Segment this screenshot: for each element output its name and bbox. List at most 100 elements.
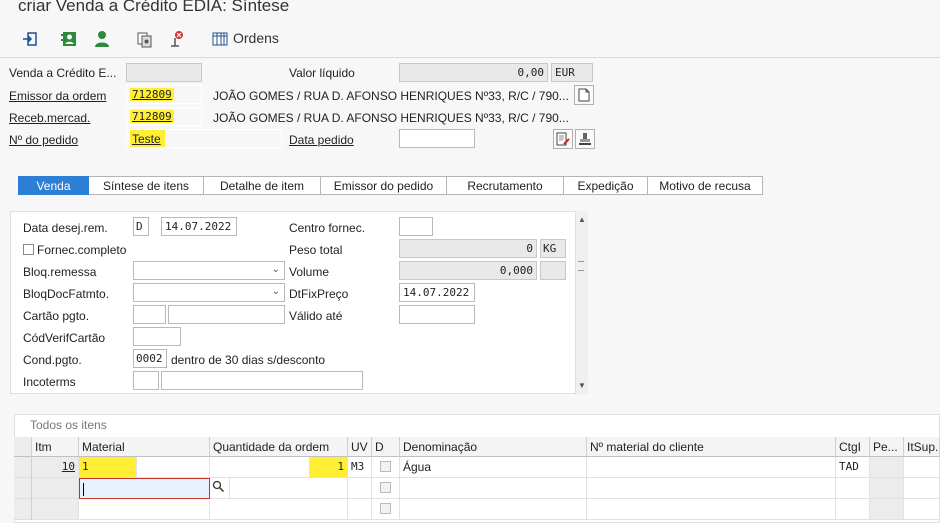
table-cell-uv[interactable]: M3 (348, 457, 372, 478)
table-icon[interactable] (210, 29, 230, 49)
table-cell-itsup[interactable] (904, 499, 940, 520)
items-section-title: Todos os itens (30, 418, 107, 432)
table-cell-quantidade-pad[interactable] (210, 457, 310, 478)
incoterms-field[interactable] (133, 371, 159, 390)
receb-label[interactable]: Receb.mercad. (9, 111, 90, 125)
pedido-label[interactable]: Nº do pedido (9, 133, 78, 147)
material-input[interactable] (79, 478, 210, 499)
table-cell-ctgi[interactable]: TAD (836, 457, 870, 478)
centro-field[interactable] (399, 217, 433, 236)
table-cell-material[interactable] (79, 499, 210, 520)
pedido-value: Teste (130, 130, 165, 147)
table-cell-quantidade[interactable] (230, 478, 348, 499)
column-header[interactable]: Pe... (870, 437, 904, 457)
table-cell-pe (870, 457, 904, 478)
tab-detalhe-item[interactable]: Detalhe de item (204, 176, 321, 195)
table-cell-denominacao[interactable]: Água (400, 457, 587, 478)
search-icon[interactable] (210, 478, 230, 499)
data-desej-type-field[interactable]: D (133, 217, 149, 236)
incoterms-desc-field[interactable] (161, 371, 363, 390)
document-icon[interactable] (574, 85, 594, 105)
table-cell-material-cliente[interactable] (587, 499, 836, 520)
column-header[interactable]: Quantidade da ordem (210, 437, 348, 457)
pedido-field[interactable]: Teste (126, 129, 282, 148)
table-cell-material-cliente[interactable] (587, 457, 836, 478)
table-cell-denominacao[interactable] (400, 478, 587, 499)
cond-field[interactable]: 0002 (133, 349, 167, 368)
d-checkbox[interactable] (380, 503, 391, 514)
bloq-remessa-dropdown[interactable]: ⌄ (133, 261, 285, 280)
copy-icon[interactable] (135, 29, 155, 49)
column-header[interactable]: Denominação (400, 437, 587, 457)
column-header[interactable]: UV (348, 437, 372, 457)
scroll-thumb[interactable] (578, 261, 584, 271)
table-cell-itsup[interactable] (904, 478, 940, 499)
table-cell-uv[interactable] (348, 499, 372, 520)
stamp-icon[interactable] (575, 129, 595, 149)
dtfix-field[interactable]: 14.07.2022 (399, 283, 475, 302)
table-cell-itsup[interactable] (904, 457, 940, 478)
table-cell-material-cliente[interactable] (587, 478, 836, 499)
receb-value: 712809 (130, 110, 174, 123)
ordens-label[interactable]: Ordens (233, 30, 279, 46)
bloq-doc-dropdown[interactable]: ⌄ (133, 283, 285, 302)
receb-field[interactable]: 712809 (126, 107, 202, 126)
cartao-type-field[interactable] (133, 305, 166, 324)
column-header[interactable]: ItSup. (904, 437, 940, 457)
valido-label: Válido até (289, 309, 343, 323)
table-cell-ctgi[interactable] (836, 478, 870, 499)
table-cell-pe (870, 478, 904, 499)
tab-sintese-itens[interactable]: Síntese de itens (89, 176, 204, 195)
column-header[interactable]: CtgI (836, 437, 870, 457)
codverif-field[interactable] (133, 327, 181, 346)
d-checkbox[interactable] (380, 461, 391, 472)
scroll-down-icon[interactable]: ▼ (578, 381, 586, 390)
tab-motivo-recusa[interactable]: Motivo de recusa (648, 176, 763, 195)
bloq-remessa-label: Bloq.remessa (23, 265, 97, 279)
tab-venda[interactable]: Venda (18, 176, 89, 195)
peso-label: Peso total (289, 243, 343, 257)
emissor-field[interactable]: 712809 (126, 85, 202, 104)
table-cell-material-rest[interactable] (137, 457, 210, 478)
fornec-completo-checkbox[interactable] (23, 244, 34, 255)
peso-field: 0 (399, 239, 537, 258)
person-icon[interactable] (92, 29, 112, 49)
column-header[interactable]: Nº material do cliente (587, 437, 836, 457)
table-cell-denominacao[interactable] (400, 499, 587, 520)
cartao-field[interactable] (168, 305, 285, 324)
tab-expedicao[interactable]: Expedição (564, 176, 648, 195)
edit-document-icon[interactable] (553, 129, 573, 149)
row-selector[interactable] (14, 457, 32, 478)
emissor-label[interactable]: Emissor da ordem (9, 89, 106, 103)
table-cell-ctgi[interactable] (836, 499, 870, 520)
row-selector[interactable] (14, 478, 32, 499)
column-header[interactable]: Material (79, 437, 210, 457)
peso-unit-field: KG (540, 239, 566, 258)
table-cell-material[interactable]: 1 (79, 457, 137, 478)
data-pedido-field[interactable] (399, 129, 475, 148)
fornec-completo-label: Fornec.completo (37, 243, 127, 257)
table-cell-quantidade[interactable]: 1 (310, 457, 348, 478)
table-cell-uv[interactable] (348, 478, 372, 499)
data-pedido-label[interactable]: Data pedido (289, 133, 354, 147)
table-cell-itm (32, 478, 79, 499)
column-header[interactable]: Itm (32, 437, 79, 457)
d-checkbox[interactable] (380, 482, 391, 493)
enter-icon[interactable] (20, 29, 40, 49)
address-book-icon[interactable] (59, 29, 79, 49)
tab-strip: Venda Síntese de itens Detalhe de item E… (18, 176, 763, 195)
table-cell-quantidade[interactable] (210, 499, 348, 520)
data-desej-field[interactable]: 14.07.2022 (161, 217, 237, 236)
volume-field: 0,000 (399, 261, 537, 280)
panel-scrollbar[interactable]: ▲ ▼ (576, 211, 588, 394)
valor-liquido-field: 0,00 (399, 63, 548, 82)
column-header[interactable]: D (372, 437, 400, 457)
tab-recrutamento[interactable]: Recrutamento (447, 176, 564, 195)
tab-emissor-pedido[interactable]: Emissor do pedido (321, 176, 447, 195)
row-selector-header[interactable] (14, 437, 32, 457)
row-selector[interactable] (14, 499, 32, 520)
delete-icon[interactable] (166, 29, 186, 49)
scroll-up-icon[interactable]: ▲ (578, 215, 586, 224)
currency-field: EUR (551, 63, 593, 82)
valido-field[interactable] (399, 305, 475, 324)
